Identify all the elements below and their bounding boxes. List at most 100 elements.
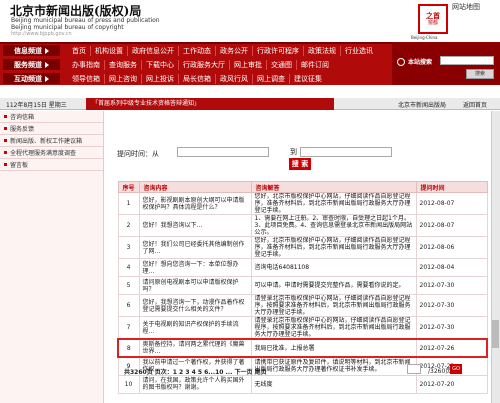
search-label: 本站搜索 xyxy=(408,59,433,66)
row-answer: 请登录北京市版权保护中心网站，仔细阅读作品自愿登记程序，按照要求准备齐材料后，到… xyxy=(250,294,417,317)
nav-item[interactable]: 工作动态 xyxy=(179,45,216,56)
nav-item[interactable]: 行政许可程序 xyxy=(253,45,304,56)
col-header-answer: 咨询解答 xyxy=(250,181,417,193)
row-question[interactable]: 您好！我们公司已经委托其他编制创作了网... xyxy=(138,236,252,259)
date-from-input[interactable] xyxy=(177,147,269,157)
breadcrumb-home-bureau[interactable]: 北京市新闻出版局 xyxy=(398,100,446,109)
row-number: 2 xyxy=(117,214,140,237)
table-row: 4 您好！想向您咨询一下：本单位想办理... 咨询电话64081108 2012-08… xyxy=(117,258,488,277)
scrollbar[interactable] xyxy=(491,111,500,403)
search-button[interactable]: 搜索 xyxy=(466,69,494,79)
page-number-input[interactable] xyxy=(407,364,421,374)
arrow-right-icon xyxy=(45,61,49,68)
nav-item[interactable]: 政风行风 xyxy=(216,73,253,84)
nav-label-service: 服务频道 xyxy=(3,59,60,70)
table-row: 7 关于电视剧的知识产权保护的手续流程... 请登录北京市版权保护中心的网站，仔细阅… xyxy=(117,316,488,340)
date-to-input[interactable] xyxy=(300,147,392,157)
table-row: 2 您好！我想咨询以下... 1、需要在网上注册。2、审查时限，自受理之日起1个月。… xyxy=(117,214,488,237)
emblem-caption: Beijing-China xyxy=(411,35,438,40)
site-title-en-2: Beijing municipal bureau of copyright xyxy=(11,24,124,31)
emblem-top: 之首 xyxy=(426,12,440,20)
sidebar-item-suggestion[interactable]: 新闻出版、新权工作建议箱 xyxy=(0,135,103,147)
consultation-table: 序号 咨询内容 咨询解答 提问时间 1 您好，影视剧剧本原创大纲可以申请版权保护吗… xyxy=(117,181,488,394)
nav-item[interactable]: 行政服务大厅 xyxy=(179,59,230,70)
sitemap-link[interactable]: 网站地图 xyxy=(452,2,480,12)
nav-item[interactable]: 网上咨询 xyxy=(105,73,142,84)
row-number: 1 xyxy=(117,192,140,215)
table-row: 10 请问，在我国，政策允许个人购买国外的图书版权吗？谢谢。 无线度 2012-07-… xyxy=(117,374,488,394)
row-date: 2012-08-07 xyxy=(415,192,488,215)
row-date: 2012-07-20 xyxy=(415,374,488,394)
row-date: 2012-08-07 xyxy=(415,214,488,237)
nav-item[interactable]: 政策法规 xyxy=(304,45,341,56)
row-number: 3 xyxy=(117,236,140,259)
nav-item[interactable]: 查询服务 xyxy=(105,59,142,70)
nav-item[interactable]: 网上审批 xyxy=(230,59,267,70)
row-question[interactable]: 您好，影视剧剧本原创大纲可以申请版权保护吗？具体流程是什么？ xyxy=(138,192,252,215)
nav-item[interactable]: 办事指南 xyxy=(68,59,105,70)
row-question[interactable]: 请问，在我国，政策允许个人购买国外的图书版权吗？谢谢。 xyxy=(138,374,252,394)
nav-item[interactable]: 局长信箱 xyxy=(179,73,216,84)
nav-item[interactable]: 网上投诉 xyxy=(142,73,179,84)
breadcrumb-back-home[interactable]: 返回首页 xyxy=(463,100,487,109)
row-answer: 可以申请。申请时需要提交完整作品，需要看你说的定。 xyxy=(250,276,417,295)
row-number: 7 xyxy=(117,316,140,340)
bullet-icon xyxy=(4,115,7,118)
nav-item[interactable]: 机构设置 xyxy=(91,45,128,56)
row-number: 6 xyxy=(117,294,140,317)
row-question[interactable]: 您好！我想咨询以下... xyxy=(138,214,252,237)
table-row-highlighted: 8 奥斯备控持，请问两之累代理的《魔兽世界... 我局已批准，上报总署 2012-07… xyxy=(117,338,488,358)
table-row: 5 请问原创电视剧本可以申请版权保护吗？ 可以申请。申请时需要提交完整作品，需要看你… xyxy=(117,276,488,295)
row-answer: 您好，北京市版权保护中心网站，仔细阅读作品自愿登记程序，准备齐材料后，到北京市新… xyxy=(250,192,417,215)
go-button[interactable]: GO xyxy=(450,364,462,374)
row-date: 2012-07-30 xyxy=(415,294,488,317)
search-icon xyxy=(397,58,405,66)
arrow-right-icon xyxy=(45,75,49,82)
pagination[interactable]: 共3260页 页次：1 2 3 4 5 6...10 ... 下一页 尾页 xyxy=(124,367,267,376)
emblem-bottom: 窗都 xyxy=(427,20,438,26)
bullet-icon xyxy=(4,127,7,130)
sidebar-item-consult[interactable]: 咨询信箱 xyxy=(0,111,103,123)
nav-item[interactable]: 行业选讯 xyxy=(341,46,377,56)
row-question[interactable]: 您好，我想咨询一下，动漫作品着作权登记需要提交什么相关的文件？ xyxy=(138,294,252,317)
row-date: 2012-07-26 xyxy=(415,338,488,358)
nav-label-interact: 互动频道 xyxy=(3,73,60,84)
nav-label-info: 信息频道 xyxy=(3,45,60,56)
row-question[interactable]: 您好！想向您咨询一下：本单位想办理... xyxy=(138,258,252,277)
nav-item[interactable]: 政务公开 xyxy=(216,45,253,56)
query-button[interactable]: 搜 索 xyxy=(289,158,311,170)
row-question[interactable]: 奥斯备控持，请问两之累代理的《魔兽世界... xyxy=(138,338,252,358)
row-number: 8 xyxy=(117,338,140,358)
scrollbar-thumb[interactable] xyxy=(492,320,499,348)
sidebar-item-survey[interactable]: 全程代理服务满意度调查 xyxy=(0,147,103,159)
row-answer: 无线度 xyxy=(250,374,417,394)
page-total: /3260页 xyxy=(428,368,452,375)
row-answer: 您好，北京市版权保护中心网站，仔细阅读作品自愿登记程序，准备齐材料后，到北京市新… xyxy=(250,236,417,259)
row-answer: 1、需要在网上注册。2、审查时限，自受理之日起1个月。3、此项目免费。4、查询信… xyxy=(250,214,417,237)
table-row: 6 您好，我想咨询一下，动漫作品着作权登记需要提交什么相关的文件？ 请登录北京市版权… xyxy=(117,294,488,317)
site-url: http://www.bjppb.gov.cn xyxy=(11,31,72,37)
news-marquee[interactable]: 「首届系列中级专业技术资格答辩通知」 xyxy=(86,98,334,110)
row-number: 4 xyxy=(117,258,140,277)
nav-item[interactable]: 下载中心 xyxy=(142,59,179,70)
nav-row-interact: 互动频道 领导信箱 网上咨询 网上投诉 局长信箱 政风行风 网上调查 建议征集 xyxy=(0,72,392,85)
row-answer: 请携带已获证原件及复印件，填说明等材料，到北京市新闻出版局行政服务大厅办理著作权… xyxy=(250,356,417,376)
table-row: 1 您好，影视剧剧本原创大纲可以申请版权保护吗？具体流程是什么？ 您好，北京市版权保… xyxy=(117,192,488,215)
nav-item[interactable]: 政府信息公开 xyxy=(128,45,179,56)
bullet-icon xyxy=(4,139,7,142)
nav-item[interactable]: 首页 xyxy=(68,45,91,56)
table-row: 3 您好！我们公司已经委托其他编制创作了网... 您好，北京市版权保护中心网站，仔细… xyxy=(117,236,488,259)
nav-item[interactable]: 网上调查 xyxy=(253,73,290,84)
sidebar-item-feedback[interactable]: 服务反馈 xyxy=(0,123,103,135)
search-input[interactable] xyxy=(440,56,494,65)
row-date: 2012-08-06 xyxy=(415,236,488,259)
nav-item[interactable]: 领导信箱 xyxy=(68,73,105,84)
row-question[interactable]: 请问原创电视剧本可以申请版权保护吗？ xyxy=(138,276,252,295)
row-question[interactable]: 关于电视剧的知识产权保护的手续流程... xyxy=(138,316,252,340)
nav-item[interactable]: 建议征集 xyxy=(290,74,326,84)
nav-item[interactable]: 交通图 xyxy=(267,59,297,70)
sidebar-item-guestbook[interactable]: 留言板 xyxy=(0,159,103,171)
nav-item[interactable]: 邮件订阅 xyxy=(297,60,333,70)
col-header-question: 咨询内容 xyxy=(138,181,252,193)
row-date: 2012-08-04 xyxy=(415,258,488,277)
